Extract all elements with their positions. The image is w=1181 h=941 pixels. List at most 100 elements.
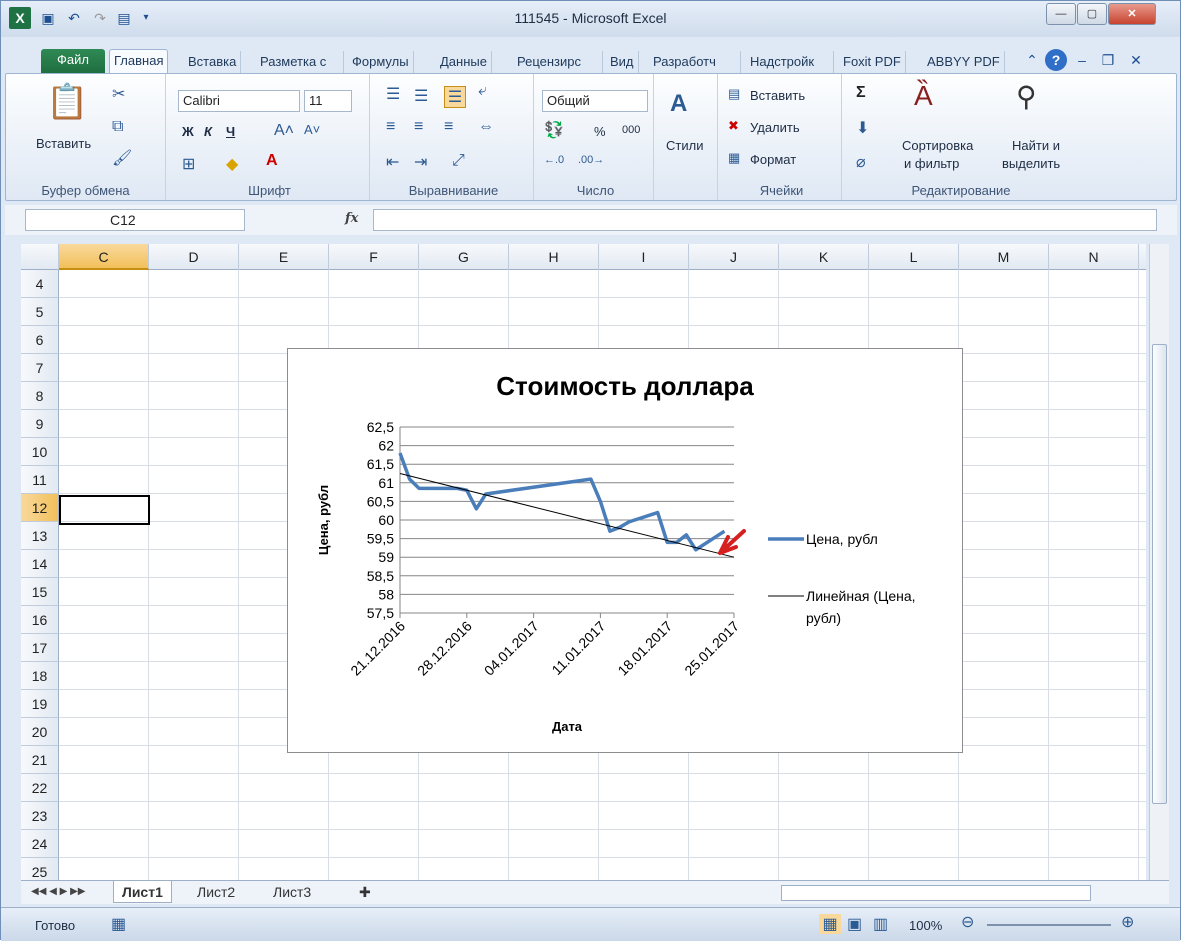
column-header-H[interactable]: H xyxy=(509,244,599,270)
column-header-L[interactable]: L xyxy=(869,244,959,270)
currency-icon[interactable]: 💱 xyxy=(544,120,564,140)
align-top-icon[interactable]: ☰ xyxy=(386,84,400,104)
row-header-14[interactable]: 14 xyxy=(21,550,59,578)
delete-cells-icon[interactable]: ✖ xyxy=(728,118,739,134)
percent-button[interactable]: % xyxy=(594,124,606,139)
find-select-icon[interactable]: ⚲ xyxy=(1016,80,1037,113)
underline-button[interactable]: Ч xyxy=(226,124,235,139)
tab-developer[interactable]: Разработч xyxy=(649,51,741,73)
doc-restore-icon[interactable]: ❐ xyxy=(1097,49,1119,71)
sort-filter-button[interactable]: Сортировка xyxy=(902,138,973,153)
format-painter-icon[interactable]: 🖌 xyxy=(112,148,132,168)
row-header-4[interactable]: 4 xyxy=(21,270,59,298)
vertical-scrollbar[interactable] xyxy=(1149,244,1169,880)
formula-input[interactable] xyxy=(373,209,1157,231)
tab-insert[interactable]: Вставка xyxy=(184,51,242,73)
insert-cells-icon[interactable]: ▤ xyxy=(728,86,740,102)
doc-close-icon[interactable]: ✕ xyxy=(1125,49,1147,71)
orientation-icon[interactable]: ⤢ xyxy=(452,152,465,170)
tab-foxit-pdf[interactable]: Foxit PDF xyxy=(839,51,906,73)
column-header-E[interactable]: E xyxy=(239,244,329,270)
tab-home[interactable]: Главная xyxy=(109,49,169,74)
tab-abbyy-pdf[interactable]: ABBYY PDF xyxy=(923,51,1005,73)
bold-button[interactable]: Ж xyxy=(182,124,194,139)
zoom-out-icon[interactable]: ⊖ xyxy=(961,912,974,932)
row-header-5[interactable]: 5 xyxy=(21,298,59,326)
collapse-ribbon-icon[interactable]: ⌃ xyxy=(1021,49,1043,71)
tab-review[interactable]: Рецензирс xyxy=(513,51,603,73)
column-header-C[interactable]: C xyxy=(59,244,149,270)
zoom-in-icon[interactable]: ⊕ xyxy=(1121,912,1134,932)
row-header-23[interactable]: 23 xyxy=(21,802,59,830)
row-header-12[interactable]: 12 xyxy=(21,494,59,522)
sheet-tab-3[interactable]: Лист3 xyxy=(265,881,319,903)
tab-file[interactable]: Файл xyxy=(41,49,105,73)
function-icon[interactable]: fx xyxy=(345,211,358,226)
decrease-indent-icon[interactable]: ⇤ xyxy=(386,152,399,172)
tab-page-layout[interactable]: Разметка с xyxy=(256,51,344,73)
format-cells-button[interactable]: Формат xyxy=(750,152,796,167)
tab-data[interactable]: Данные xyxy=(436,51,492,73)
row-header-18[interactable]: 18 xyxy=(21,662,59,690)
sheet-nav-icons[interactable]: ◀◀ ◀ ▶ ▶▶ xyxy=(23,881,93,903)
delete-cells-button[interactable]: Удалить xyxy=(750,120,800,135)
align-center-icon[interactable]: ≡ xyxy=(414,118,423,136)
fill-color-icon[interactable]: ◆ xyxy=(226,154,238,174)
column-header-K[interactable]: K xyxy=(779,244,869,270)
column-header-G[interactable]: G xyxy=(419,244,509,270)
sheet-tab-2[interactable]: Лист2 xyxy=(189,881,243,903)
column-header-I[interactable]: I xyxy=(599,244,689,270)
row-header-7[interactable]: 7 xyxy=(21,354,59,382)
active-cell[interactable] xyxy=(59,495,150,525)
minimize-button[interactable]: — xyxy=(1046,3,1076,25)
borders-icon[interactable]: ⊞ xyxy=(182,154,195,174)
decrease-font-icon[interactable]: A˅ xyxy=(304,122,320,137)
clear-icon[interactable]: ⌀ xyxy=(856,152,866,172)
scroll-thumb[interactable] xyxy=(1152,344,1167,804)
column-header-D[interactable]: D xyxy=(149,244,239,270)
styles-icon[interactable]: A xyxy=(670,90,687,118)
normal-view-icon[interactable]: ▦ xyxy=(819,914,841,934)
tab-formulas[interactable]: Формулы xyxy=(348,51,414,73)
cut-icon[interactable]: ✂ xyxy=(112,84,125,104)
horizontal-scrollbar[interactable] xyxy=(781,885,1091,901)
chart[interactable]: Стоимость доллара 62,5 62 61,5 61 60,5 60 59,5 5… xyxy=(287,348,963,753)
row-header-25[interactable]: 25 xyxy=(21,858,59,880)
sort-filter-icon[interactable]: Ȁ xyxy=(914,80,933,112)
name-box[interactable]: C12 xyxy=(25,209,245,231)
merge-cells-icon[interactable]: ⇔ xyxy=(478,118,494,136)
align-left-icon[interactable]: ≡ xyxy=(386,118,395,136)
insert-cells-button[interactable]: Вставить xyxy=(750,88,805,103)
doc-minimize-icon[interactable]: – xyxy=(1071,49,1093,71)
increase-decimal-icon[interactable]: ←.0 xyxy=(544,154,564,166)
insert-sheet-icon[interactable]: ✚ xyxy=(351,881,379,903)
maximize-button[interactable]: ▢ xyxy=(1077,3,1107,25)
column-header-N[interactable]: N xyxy=(1049,244,1139,270)
column-header-F[interactable]: F xyxy=(329,244,419,270)
format-cells-icon[interactable]: ▦ xyxy=(728,150,740,166)
font-color-icon[interactable]: A xyxy=(266,152,278,170)
row-header-19[interactable]: 19 xyxy=(21,690,59,718)
fill-icon[interactable]: ⬇ xyxy=(856,118,869,138)
row-header-22[interactable]: 22 xyxy=(21,774,59,802)
sheet-tab-1[interactable]: Лист1 xyxy=(113,881,172,903)
increase-font-icon[interactable]: A˄ xyxy=(274,122,294,140)
align-right-icon[interactable]: ≡ xyxy=(444,118,453,136)
column-header-J[interactable]: J xyxy=(689,244,779,270)
row-header-16[interactable]: 16 xyxy=(21,606,59,634)
zoom-slider[interactable] xyxy=(987,924,1111,926)
styles-button[interactable]: Стили xyxy=(666,138,703,153)
find-select-button[interactable]: Найти и xyxy=(1012,138,1060,153)
number-format-combo[interactable]: Общий xyxy=(542,90,648,112)
row-header-15[interactable]: 15 xyxy=(21,578,59,606)
row-header-10[interactable]: 10 xyxy=(21,438,59,466)
copy-icon[interactable]: ⧉ xyxy=(112,118,123,136)
increase-indent-icon[interactable]: ⇥ xyxy=(414,152,427,172)
zoom-level[interactable]: 100% xyxy=(909,918,942,933)
row-header-6[interactable]: 6 xyxy=(21,326,59,354)
row-header-11[interactable]: 11 xyxy=(21,466,59,494)
paste-icon[interactable]: 📋 xyxy=(46,82,88,122)
find-select-button-line2[interactable]: выделить xyxy=(1002,156,1060,171)
row-header-20[interactable]: 20 xyxy=(21,718,59,746)
paste-button[interactable]: Вставить xyxy=(36,136,91,151)
